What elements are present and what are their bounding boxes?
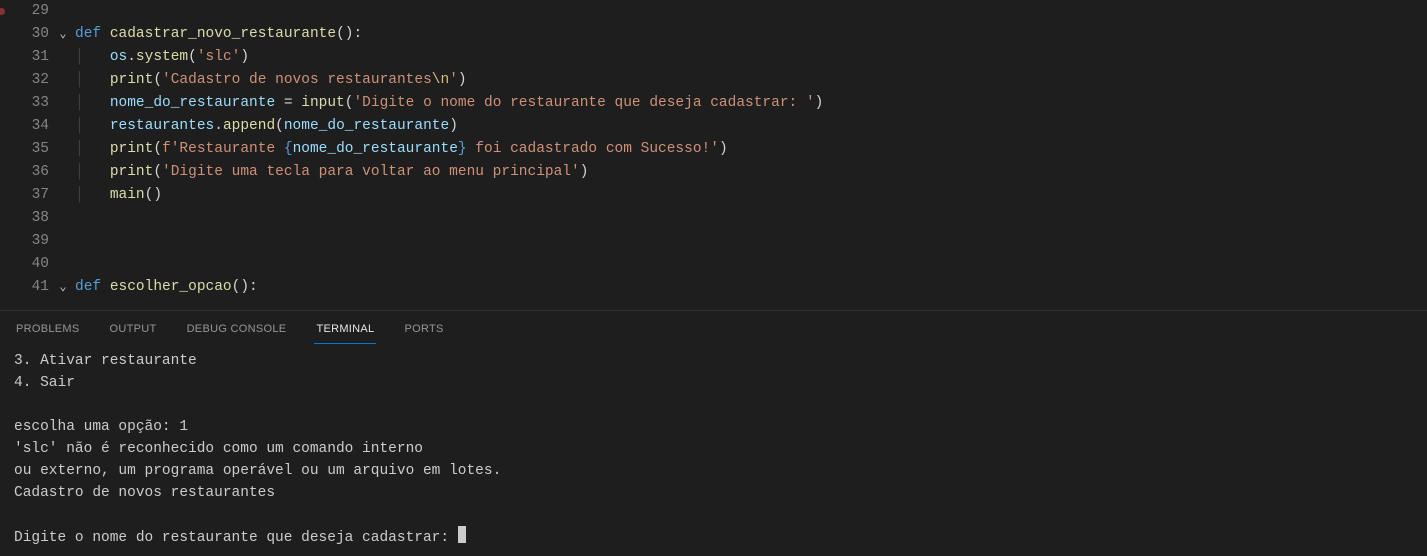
panel-tabs: PROBLEMS OUTPUT DEBUG CONSOLE TERMINAL P… [0, 311, 1427, 344]
line-number[interactable]: 39 [0, 230, 49, 253]
bottom-panel: PROBLEMS OUTPUT DEBUG CONSOLE TERMINAL P… [0, 310, 1427, 556]
terminal-output[interactable]: 3. Ativar restaurante4. Sair escolha uma … [0, 344, 1427, 556]
code-area[interactable]: def cadastrar_novo_restaurante():│ os.sy… [75, 0, 1427, 310]
tab-output[interactable]: OUTPUT [108, 319, 159, 344]
terminal-line: ou externo, um programa operável ou um a… [14, 460, 1413, 482]
chevron-down-icon[interactable]: ⌄ [55, 276, 71, 299]
code-line[interactable]: │ main() [75, 184, 1427, 207]
code-line[interactable] [75, 0, 1427, 23]
line-number[interactable]: 29 [0, 0, 49, 23]
code-line[interactable] [75, 207, 1427, 230]
tab-ports[interactable]: PORTS [402, 319, 445, 344]
line-number-gutter[interactable]: 29303132333435363738394041 [0, 0, 55, 310]
code-line[interactable]: │ restaurantes.append(nome_do_restaurant… [75, 115, 1427, 138]
breakpoint-icon[interactable] [0, 8, 5, 15]
code-line[interactable]: │ print(f'Restaurante {nome_do_restauran… [75, 138, 1427, 161]
line-number[interactable]: 41 [0, 276, 49, 299]
line-number[interactable]: 30 [0, 23, 49, 46]
terminal-line: Digite o nome do restaurante que deseja … [14, 526, 1413, 549]
line-number[interactable]: 31 [0, 46, 49, 69]
terminal-line [14, 394, 1413, 416]
terminal-line: escolha uma opção: 1 [14, 416, 1413, 438]
line-number[interactable]: 36 [0, 161, 49, 184]
code-line[interactable]: │ print('Digite uma tecla para voltar ao… [75, 161, 1427, 184]
code-line[interactable] [75, 230, 1427, 253]
line-number[interactable]: 40 [0, 253, 49, 276]
line-number[interactable]: 37 [0, 184, 49, 207]
terminal-line [14, 504, 1413, 526]
fold-column[interactable]: ⌄⌄ [55, 0, 75, 310]
terminal-cursor [458, 526, 466, 543]
line-number[interactable]: 35 [0, 138, 49, 161]
line-number[interactable]: 32 [0, 69, 49, 92]
code-line[interactable] [75, 253, 1427, 276]
line-number[interactable]: 33 [0, 92, 49, 115]
line-number[interactable]: 34 [0, 115, 49, 138]
tab-debug-console[interactable]: DEBUG CONSOLE [185, 319, 289, 344]
tab-terminal[interactable]: TERMINAL [314, 319, 376, 344]
terminal-line: 3. Ativar restaurante [14, 350, 1413, 372]
code-line[interactable]: def cadastrar_novo_restaurante(): [75, 23, 1427, 46]
chevron-down-icon[interactable]: ⌄ [55, 23, 71, 46]
code-line[interactable]: def escolher_opcao(): [75, 276, 1427, 299]
line-number[interactable]: 38 [0, 207, 49, 230]
terminal-line: 'slc' não é reconhecido como um comando … [14, 438, 1413, 460]
code-line[interactable]: │ os.system('slc') [75, 46, 1427, 69]
code-line[interactable]: │ print('Cadastro de novos restaurantes\… [75, 69, 1427, 92]
code-line[interactable]: │ nome_do_restaurante = input('Digite o … [75, 92, 1427, 115]
tab-problems[interactable]: PROBLEMS [14, 319, 82, 344]
code-editor[interactable]: 29303132333435363738394041 ⌄⌄ def cadast… [0, 0, 1427, 310]
terminal-line: Cadastro de novos restaurantes [14, 482, 1413, 504]
terminal-line: 4. Sair [14, 372, 1413, 394]
